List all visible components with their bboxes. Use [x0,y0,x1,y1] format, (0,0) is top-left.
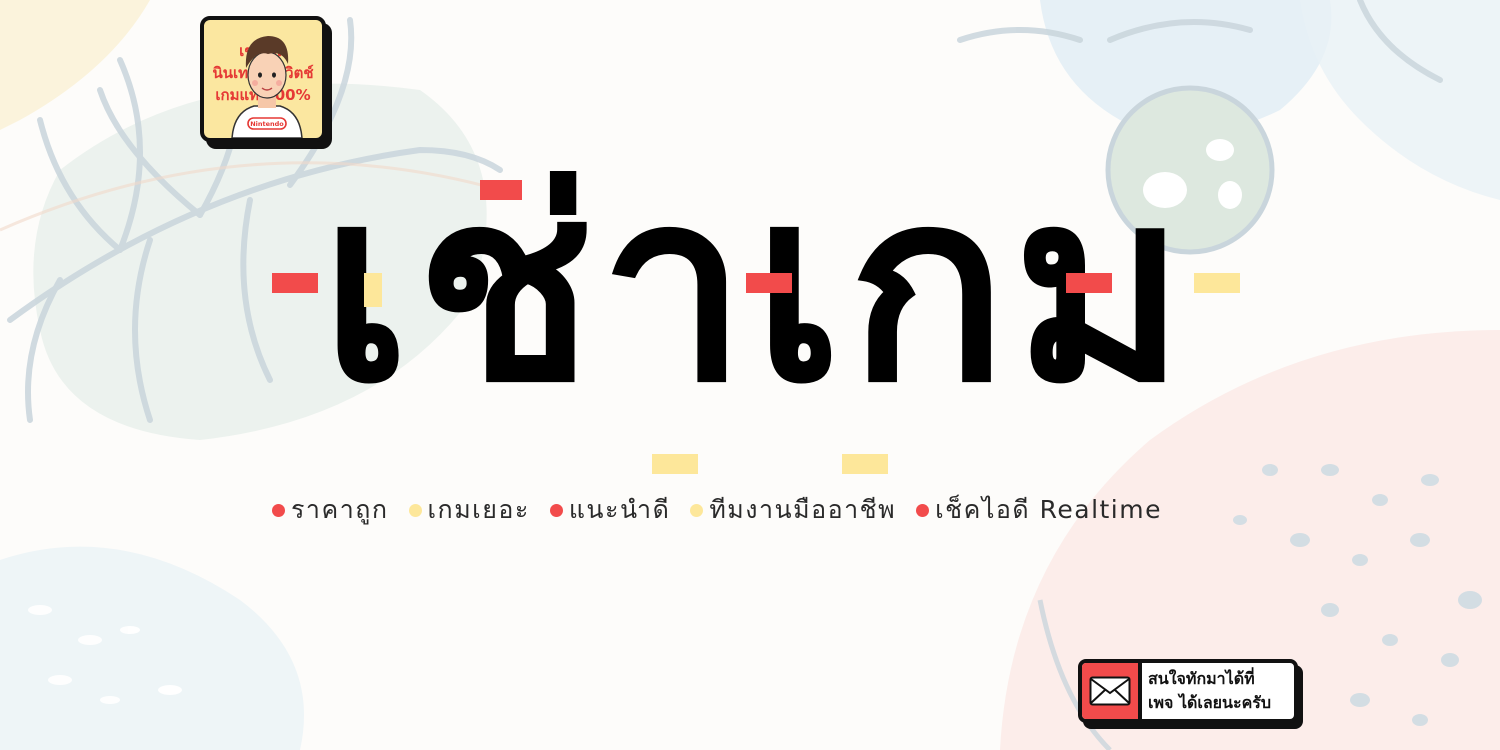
feature-list: ราคาถูก เกมเยอะ แนะนำดี ทีมงานมืออาชีพ เ… [272,492,1252,528]
accent-block [1066,273,1112,293]
accent-block [746,273,792,293]
bullet-dot [549,503,563,517]
mail-icon [1082,663,1142,719]
accent-block [1194,273,1240,293]
bullet-dot [408,503,422,517]
accent-block [652,454,698,474]
feature-text: ทีมงานมืออาชีพ [709,495,897,524]
feature-text: ราคาถูก [291,495,389,524]
feature-text: เช็คไอดี Realtime [935,495,1162,524]
bullet-dot [916,503,930,517]
contact-line-2: เพจ ได้เลยนะครับ [1148,693,1272,712]
accent-block [480,180,522,200]
accent-block [842,454,888,474]
accent-block [364,273,382,307]
bullet-dot [272,503,285,517]
hero-title: เช่าเกม [270,135,1242,475]
feature-text: เกมเยอะ [427,495,530,524]
feature-item: เกมเยอะ [408,490,530,530]
feature-item: แนะนำดี [549,490,671,530]
feature-item: เช็คไอดี Realtime [916,490,1162,530]
feature-item: ทีมงานมืออาชีพ [690,490,896,530]
feature-text: แนะนำดี [568,495,671,524]
accent-block [272,273,318,293]
feature-item: ราคาถูก [272,490,389,530]
bullet-dot [690,503,704,517]
contact-badge[interactable]: สนใจทักมาได้ที่ เพจ ได้เลยนะครับ [1078,659,1298,723]
contact-line-1: สนใจทักมาได้ที่ [1148,669,1255,688]
